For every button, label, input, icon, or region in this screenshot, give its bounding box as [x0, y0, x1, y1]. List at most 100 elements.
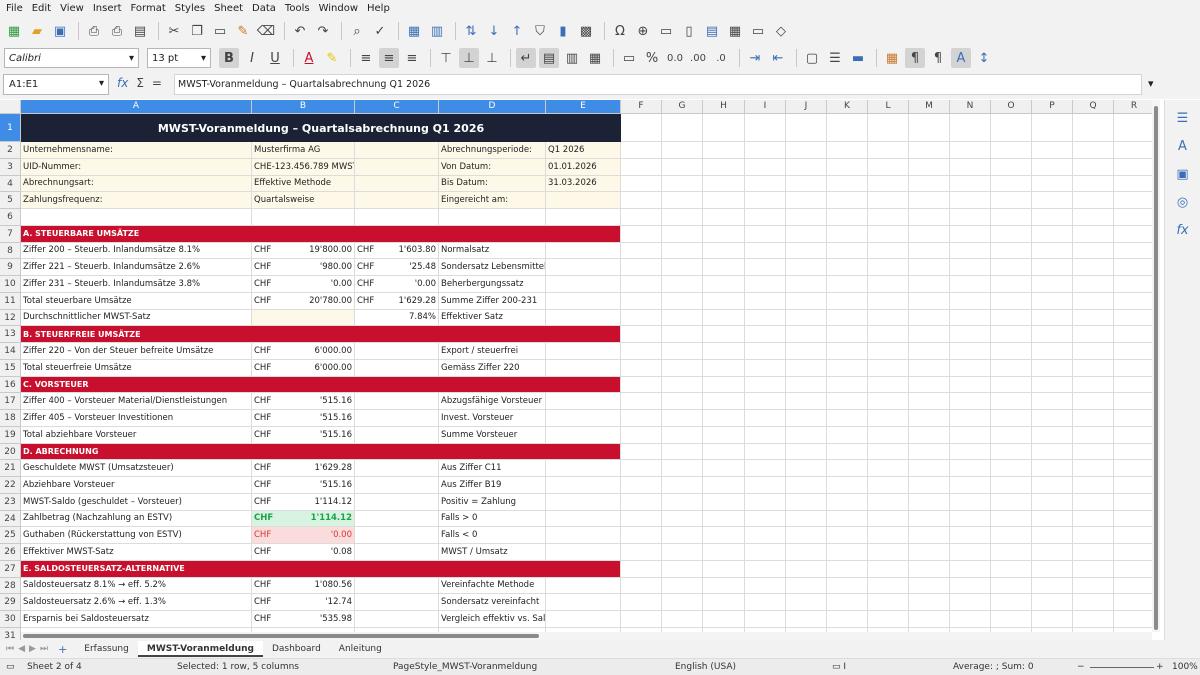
cell[interactable] — [1032, 292, 1073, 310]
cell[interactable] — [355, 142, 439, 159]
line-item-label[interactable]: Ersparnis bei Saldosteuersatz — [21, 611, 252, 628]
section-header[interactable]: C. VORSTEUER — [21, 376, 621, 394]
formula-input[interactable]: MWST-Voranmeldung – Quartalsabrechnung Q… — [174, 74, 1142, 95]
cell[interactable] — [621, 192, 662, 209]
cell[interactable] — [1032, 510, 1073, 528]
cell[interactable] — [546, 343, 621, 360]
tax-cell[interactable] — [355, 477, 439, 494]
cell[interactable] — [745, 158, 786, 176]
cell[interactable] — [546, 393, 621, 410]
cell[interactable] — [827, 594, 868, 611]
tax-cell[interactable] — [355, 359, 439, 377]
cell[interactable] — [662, 477, 703, 494]
first-sheet-icon[interactable]: ⏮ — [6, 644, 14, 654]
left-to-right-icon[interactable]: ¶ — [905, 48, 925, 68]
cell[interactable] — [745, 376, 786, 394]
cell[interactable] — [703, 242, 745, 260]
cell[interactable] — [546, 359, 621, 377]
cell[interactable] — [909, 560, 950, 578]
print-icon[interactable]: ⎙ — [107, 21, 127, 41]
cell[interactable] — [868, 292, 909, 310]
decrease-indent-icon[interactable]: ⇤ — [768, 48, 788, 68]
cell[interactable] — [355, 192, 439, 209]
borders-icon[interactable]: ▢ — [802, 48, 822, 68]
cell[interactable] — [703, 209, 745, 226]
cell[interactable] — [786, 242, 827, 260]
cell[interactable] — [991, 594, 1032, 611]
functions-icon[interactable]: fx — [1173, 220, 1193, 240]
cell[interactable] — [950, 142, 991, 159]
currency-format-icon[interactable]: ▭ — [619, 48, 639, 68]
cell[interactable] — [1032, 242, 1073, 260]
column-header-a[interactable]: A — [21, 100, 252, 114]
note-cell[interactable]: Beherbergungssatz — [439, 276, 546, 293]
cell[interactable] — [703, 309, 745, 327]
cell[interactable] — [868, 259, 909, 276]
cell[interactable] — [909, 393, 950, 410]
field-value[interactable]: 01.01.2026 — [546, 158, 621, 176]
font-color-icon[interactable]: A — [299, 48, 319, 68]
cell[interactable] — [745, 192, 786, 209]
cell[interactable] — [950, 292, 991, 310]
cell[interactable] — [546, 242, 621, 260]
cell[interactable] — [703, 477, 745, 494]
cell[interactable] — [786, 594, 827, 611]
align-center-icon[interactable]: ≡ — [379, 48, 399, 68]
cell[interactable] — [909, 359, 950, 377]
cell[interactable] — [991, 443, 1032, 461]
cell[interactable] — [909, 544, 950, 561]
amount-cell[interactable]: CHF 6'000.00 — [252, 359, 355, 377]
cell[interactable] — [868, 175, 909, 193]
cell[interactable] — [546, 209, 621, 226]
cell[interactable] — [950, 560, 991, 578]
line-item-label[interactable]: Ziffer 200 – Steuerb. Inlandumsätze 8.1% — [21, 242, 252, 260]
line-item-label[interactable]: Ziffer 231 – Steuerb. Inlandumsätze 3.8% — [21, 276, 252, 293]
split-window-icon[interactable]: ▭ — [748, 21, 768, 41]
cell[interactable] — [662, 560, 703, 578]
cell[interactable] — [1032, 577, 1073, 595]
amount-cell[interactable]: CHF '0.00 — [252, 527, 355, 544]
cell[interactable] — [703, 225, 745, 243]
tax-cell[interactable] — [355, 611, 439, 628]
cell[interactable] — [662, 410, 703, 427]
cell[interactable] — [786, 410, 827, 427]
cell[interactable] — [662, 510, 703, 528]
cell[interactable] — [786, 259, 827, 276]
cell[interactable] — [868, 460, 909, 477]
clear-formatting-icon[interactable]: ⌫ — [256, 21, 276, 41]
wrap-text-icon[interactable]: ↵ — [516, 48, 536, 68]
cell[interactable] — [703, 276, 745, 293]
column-header-c[interactable]: C — [355, 100, 439, 114]
cell[interactable] — [745, 114, 786, 142]
line-item-label[interactable]: Total abziehbare Vorsteuer — [21, 426, 252, 444]
cell[interactable] — [621, 410, 662, 427]
cell[interactable] — [1114, 243, 1152, 260]
cell[interactable] — [621, 611, 662, 628]
amount-cell[interactable]: CHF 6'000.00 — [252, 343, 355, 360]
cell[interactable] — [546, 577, 621, 595]
cell[interactable] — [786, 343, 827, 360]
cell[interactable] — [1114, 511, 1152, 528]
cell[interactable] — [745, 359, 786, 377]
cell[interactable] — [786, 276, 827, 293]
cell[interactable] — [621, 343, 662, 360]
cell[interactable] — [662, 544, 703, 561]
cell[interactable] — [745, 309, 786, 327]
cell[interactable] — [827, 309, 868, 327]
cell[interactable] — [786, 175, 827, 193]
cell[interactable] — [621, 292, 662, 310]
cell[interactable] — [786, 142, 827, 159]
cell[interactable] — [703, 158, 745, 176]
cell[interactable] — [621, 114, 662, 142]
cell[interactable] — [909, 114, 950, 142]
zoom-out-icon[interactable]: − — [1077, 662, 1085, 672]
line-item-label[interactable]: Ziffer 220 – Von der Steuer befreite Ums… — [21, 343, 252, 360]
cell[interactable] — [950, 158, 991, 176]
cell[interactable] — [1114, 611, 1152, 628]
cell[interactable] — [1073, 594, 1114, 611]
cell[interactable] — [662, 326, 703, 343]
navigator-icon[interactable]: ◎ — [1173, 192, 1193, 212]
cell[interactable] — [1032, 343, 1073, 360]
amount-cell[interactable]: CHF 19'800.00 — [252, 242, 355, 260]
cell[interactable] — [662, 225, 703, 243]
